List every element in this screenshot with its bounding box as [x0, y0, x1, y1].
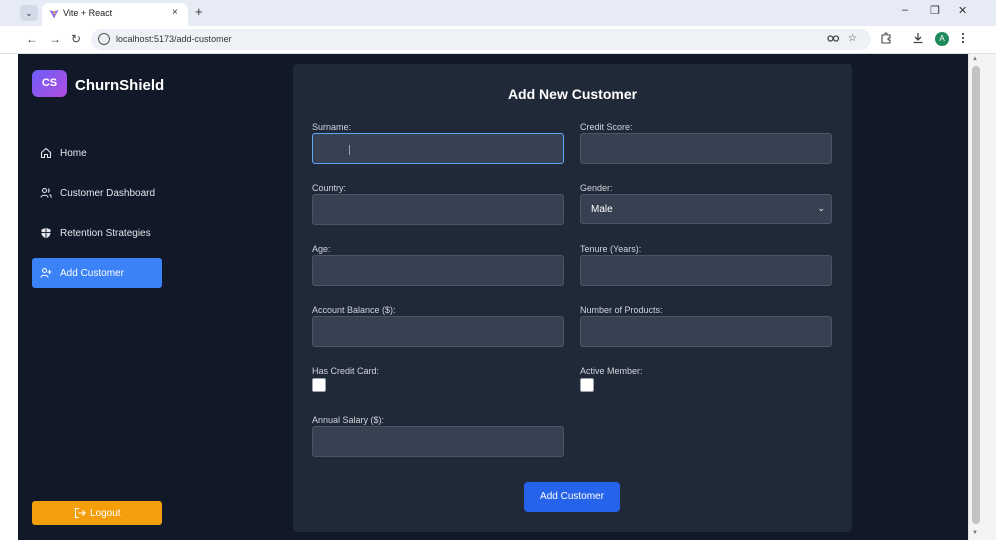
page-title: Add New Customer [507, 86, 638, 102]
extensions-icon[interactable] [880, 32, 892, 44]
logout-icon [74, 507, 86, 519]
products-input[interactable] [580, 316, 832, 347]
gender-select[interactable]: Male ⌄ [580, 194, 832, 224]
logout-label: Logout [90, 508, 121, 519]
products-label: Number of Products: [580, 305, 663, 315]
gender-label: Gender: [580, 183, 613, 193]
tenure-input[interactable] [580, 255, 832, 286]
address-bar[interactable]: localhost:5173/add-customer ☆ [91, 29, 871, 50]
salary-input[interactable] [312, 426, 564, 457]
tab-close-icon[interactable]: × [172, 7, 178, 18]
country-input[interactable] [312, 194, 564, 225]
shield-icon [41, 227, 51, 239]
scroll-up-icon[interactable]: ▲ [972, 56, 978, 62]
vite-favicon-icon [49, 9, 59, 19]
users-icon [40, 187, 52, 198]
add-customer-form: Add New Customer Surname: Credit Score: … [293, 64, 852, 532]
sidebar-item-retention-strategies[interactable]: Retention Strategies [32, 218, 162, 248]
window-close-icon[interactable]: ✕ [958, 4, 967, 17]
tab-bar: ⌄ Vite + React × + – ❐ ✕ [0, 0, 996, 26]
sidebar-item-home[interactable]: Home [32, 138, 162, 168]
logo-badge: CS [32, 70, 67, 97]
surname-label: Surname: [312, 122, 352, 132]
text-cursor [349, 145, 350, 155]
balance-label: Account Balance ($): [312, 305, 396, 315]
add-customer-button[interactable]: Add Customer [524, 482, 620, 512]
credit-score-label: Credit Score: [580, 122, 633, 132]
key-icon[interactable] [827, 33, 840, 44]
active-member-label: Active Member: [580, 366, 643, 376]
balance-input[interactable] [312, 316, 564, 347]
browser-chrome: ⌄ Vite + React × + – ❐ ✕ ← → ↻ localhost… [0, 0, 996, 54]
sidebar-item-label: Add Customer [60, 268, 124, 279]
app-root: CS ChurnShield Home Customer Dashboard R… [18, 54, 968, 540]
url-text[interactable]: localhost:5173/add-customer [116, 34, 232, 44]
sidebar-item-label: Home [60, 148, 87, 159]
restore-icon[interactable]: ❐ [930, 4, 940, 17]
back-icon[interactable]: ← [26, 32, 38, 46]
surname-input[interactable] [312, 133, 564, 164]
page-margin [0, 54, 18, 540]
active-member-checkbox[interactable] [580, 378, 594, 392]
age-input[interactable] [312, 255, 564, 286]
sidebar-item-customer-dashboard[interactable]: Customer Dashboard [32, 178, 162, 208]
scroll-down-icon[interactable]: ▼ [972, 530, 978, 536]
download-icon[interactable] [912, 32, 924, 44]
tab-list-button[interactable]: ⌄ [20, 5, 38, 21]
browser-toolbar: ← → ↻ localhost:5173/add-customer ☆ A [0, 26, 996, 54]
minimize-icon[interactable]: – [902, 4, 908, 16]
reload-icon[interactable]: ↻ [71, 32, 81, 46]
salary-label: Annual Salary ($): [312, 415, 385, 425]
scrollbar-thumb[interactable] [972, 66, 980, 524]
profile-avatar[interactable]: A [935, 32, 949, 46]
logout-button[interactable]: Logout [32, 501, 162, 525]
new-tab-button[interactable]: + [195, 4, 203, 19]
age-label: Age: [312, 244, 331, 254]
tenure-label: Tenure (Years): [580, 244, 642, 254]
tab-title: Vite + React [63, 8, 113, 18]
home-icon [40, 147, 52, 159]
gender-value: Male [591, 204, 613, 215]
has-credit-card-label: Has Credit Card: [312, 366, 380, 376]
bookmark-star-icon[interactable]: ☆ [848, 33, 857, 44]
has-credit-card-checkbox[interactable] [312, 378, 326, 392]
user-plus-icon [40, 267, 52, 278]
sidebar-item-add-customer[interactable]: Add Customer [32, 258, 162, 288]
chevron-down-icon: ⌄ [817, 203, 825, 213]
sidebar-item-label: Retention Strategies [60, 228, 151, 239]
credit-score-input[interactable] [580, 133, 832, 164]
country-label: Country: [312, 183, 347, 193]
site-info-icon[interactable] [98, 33, 110, 45]
browser-tab[interactable]: Vite + React × [42, 3, 188, 26]
more-menu-icon[interactable] [960, 32, 966, 44]
brand-name: ChurnShield [75, 77, 165, 94]
forward-icon[interactable]: → [49, 32, 61, 46]
sidebar-item-label: Customer Dashboard [60, 188, 156, 199]
page-scrollbar[interactable]: ▲ ▼ [968, 54, 996, 540]
